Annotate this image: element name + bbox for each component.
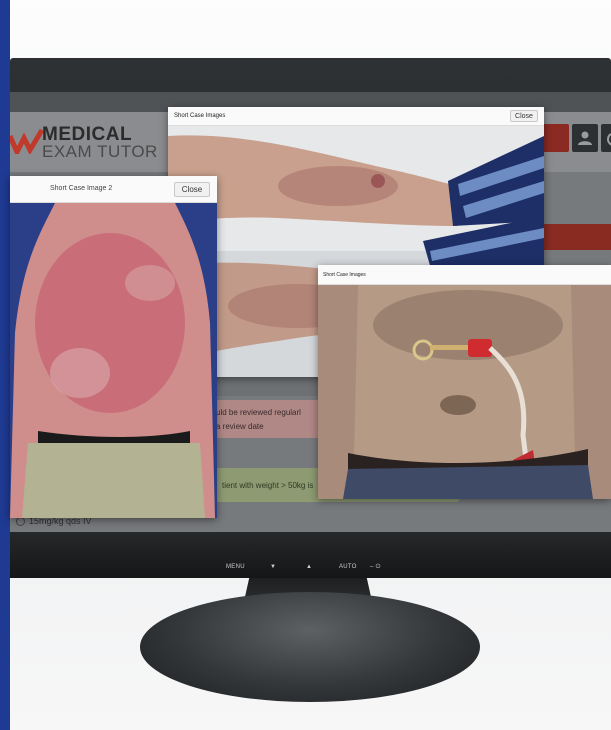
dialog-header: Short Case Images Close (168, 107, 544, 126)
monitor-menu-button[interactable]: MENU (226, 564, 245, 570)
abdomen-photo-image (318, 285, 611, 499)
answer-option-text: tient with weight > 50kg is (222, 481, 314, 490)
dialog-title: Short Case Images (323, 272, 366, 278)
user-icon (578, 131, 592, 145)
back-photo-image (10, 203, 217, 518)
header-red-button[interactable] (543, 124, 569, 152)
dialog-header: Short Case Image 2 Close (10, 176, 217, 203)
close-button[interactable]: Close (174, 182, 210, 197)
dialog-header: Short Case Images (318, 265, 611, 285)
close-button[interactable]: Close (510, 110, 538, 122)
user-button[interactable] (572, 124, 598, 152)
alert-text-line1: uld be reviewed regularl (216, 408, 301, 417)
monitor-power-button[interactable]: – ⏻ (370, 564, 381, 571)
logo-title-line2: EXAM TUTOR (42, 142, 158, 161)
case-photo-abdomen (318, 285, 611, 499)
monitor-down-button[interactable]: ▼ (270, 564, 276, 570)
monitor-base (140, 592, 480, 702)
checkmark-logo-icon (10, 128, 44, 154)
power-icon (607, 133, 611, 146)
app-logo[interactable]: MEDICAL EXAM TUTOR (10, 124, 180, 164)
short-case-dialog-front: Short Case Images (318, 265, 611, 499)
dialog-title: Short Case Images (174, 113, 226, 119)
monitor-auto-button[interactable]: AUTO (339, 564, 357, 570)
short-case-dialog-2: Short Case Image 2 Close (10, 176, 217, 518)
logout-button[interactable] (601, 124, 611, 152)
alert-text-line2: a review date (216, 422, 264, 431)
monitor-bottom-bezel (10, 532, 611, 578)
warning-alert (210, 400, 330, 438)
case-photo-back (10, 203, 217, 518)
radio-button[interactable] (16, 517, 25, 527)
dialog-title: Short Case Image 2 (50, 185, 113, 192)
monitor-up-button[interactable]: ▲ (306, 564, 312, 570)
